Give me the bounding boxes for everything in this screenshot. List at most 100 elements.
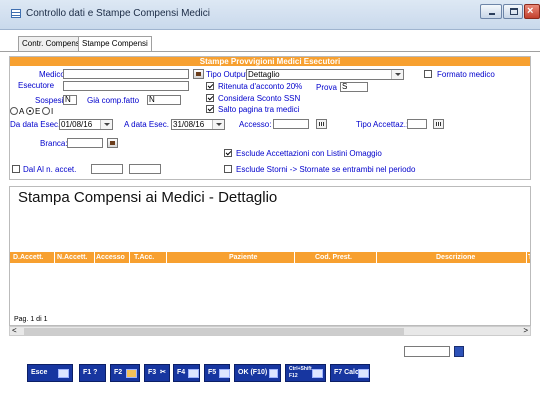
- chevron-down-icon: [100, 120, 112, 129]
- dal-input[interactable]: [91, 164, 123, 174]
- da-data-select[interactable]: 01/08/16: [59, 119, 113, 130]
- ok-button[interactable]: OK (F10): [234, 364, 281, 382]
- window-icon: [219, 369, 230, 378]
- bottom-lookup-button[interactable]: [454, 346, 464, 357]
- close-button[interactable]: ×: [524, 4, 540, 19]
- medico-label: Medico: [39, 70, 65, 79]
- save-icon: [269, 369, 278, 378]
- a-data-value: 31/08/16: [173, 120, 205, 129]
- branca-search-button[interactable]: [107, 138, 118, 148]
- scroll-right-icon[interactable]: >: [523, 326, 528, 335]
- branca-label: Branca:: [40, 139, 68, 148]
- search-icon: [196, 72, 201, 76]
- salto-pagina-checkbox[interactable]: [206, 105, 214, 113]
- print-icon: [312, 369, 323, 378]
- exit-button[interactable]: Esce: [27, 364, 73, 382]
- column-header[interactable]: T.Acc.: [134, 252, 154, 263]
- column-header[interactable]: N.Accett.: [57, 252, 87, 263]
- medico-search-button[interactable]: [193, 69, 204, 79]
- accesso-lookup-button[interactable]: [316, 119, 327, 129]
- exit-icon: [58, 369, 69, 378]
- salto-pagina-label: Salto pagina tra medici: [218, 105, 300, 114]
- ok-button-label: OK (F10): [238, 369, 268, 376]
- column-header[interactable]: Accesso: [96, 252, 125, 263]
- esclude-storni-label: Esclude Storni -> Stornate se entrambi n…: [236, 165, 416, 174]
- column-header[interactable]: Tr: [528, 252, 530, 263]
- gia-comp-input[interactable]: N: [147, 95, 181, 105]
- esclude-storni-checkbox[interactable]: [224, 165, 232, 173]
- radio-a-label: A: [19, 107, 25, 116]
- f5-button[interactable]: F5: [204, 364, 230, 382]
- search-icon: [110, 141, 115, 145]
- maximize-button[interactable]: [503, 4, 523, 19]
- da-data-label: Da data Esec.: [10, 120, 61, 129]
- esclude-omaggio-checkbox[interactable]: [224, 149, 232, 157]
- maximize-icon: [510, 8, 518, 15]
- app-icon: [11, 9, 21, 18]
- tab-stampe-compensi[interactable]: Stampe Compensi: [78, 36, 152, 52]
- chevron-down-icon: [391, 70, 403, 79]
- column-header[interactable]: Descrizione: [436, 252, 475, 263]
- f4-button[interactable]: F4: [173, 364, 200, 382]
- dal-al-checkbox[interactable]: [12, 165, 20, 173]
- bottom-input[interactable]: [404, 346, 450, 357]
- calc-button-label: F7 Calc.: [334, 369, 361, 376]
- a-data-label: A data Esec.: [124, 120, 169, 129]
- report-title: Stampa Compensi ai Medici - Dettaglio: [18, 189, 278, 206]
- esclude-omaggio-label: Esclude Accettazioni con Listini Omaggio: [236, 149, 382, 158]
- tipo-output-select[interactable]: Dettaglio: [246, 69, 404, 80]
- help-button-label: F1 ?: [83, 369, 98, 376]
- dal-al-label: Dal Al n. accet.: [23, 165, 77, 174]
- tab-contr-compensi[interactable]: Contr. Compensi: [18, 36, 86, 52]
- ritenuta-label: Ritenuta d'acconto 20%: [218, 82, 303, 91]
- f2-button[interactable]: F2: [110, 364, 140, 382]
- tipo-output-value: Dettaglio: [248, 70, 280, 79]
- pagination-label: Pag. 1 di 1: [14, 316, 48, 323]
- tipo-accettaz-lookup-button[interactable]: [433, 119, 444, 129]
- close-icon: ×: [527, 5, 534, 17]
- branca-input[interactable]: [67, 138, 103, 148]
- print-button[interactable]: Ctrl+Shift F12: [285, 364, 326, 382]
- ritenuta-checkbox[interactable]: [206, 82, 214, 90]
- tipo-accettaz-input[interactable]: [407, 119, 427, 129]
- print-button-label: Ctrl+Shift F12: [289, 366, 312, 379]
- calculator-icon: [358, 369, 369, 378]
- esecutore-input[interactable]: [63, 81, 189, 91]
- minimize-icon: [489, 13, 495, 15]
- horizontal-scrollbar[interactable]: < >: [9, 326, 531, 336]
- f4-button-label: F4: [177, 369, 186, 376]
- scroll-left-icon[interactable]: <: [12, 326, 17, 335]
- minimize-button[interactable]: [480, 4, 502, 19]
- help-button[interactable]: F1 ?: [79, 364, 106, 382]
- edit-icon: [126, 369, 137, 378]
- f3-button[interactable]: F3 ✂: [144, 364, 170, 382]
- radio-i[interactable]: [42, 107, 50, 115]
- radio-a[interactable]: [10, 107, 18, 115]
- scrollbar-thumb[interactable]: [24, 328, 404, 335]
- calc-button[interactable]: F7 Calc.: [330, 364, 370, 382]
- sospesi-input[interactable]: N: [63, 95, 77, 105]
- sconto-ssn-checkbox[interactable]: [206, 94, 214, 102]
- formato-medico-checkbox[interactable]: [424, 70, 432, 78]
- column-header[interactable]: Paziente: [229, 252, 257, 263]
- accesso-input[interactable]: [273, 119, 309, 129]
- medico-input[interactable]: [63, 69, 189, 79]
- prova-input[interactable]: S: [340, 82, 368, 92]
- window-title: Controllo dati e Stampe Compensi Medici: [26, 8, 210, 19]
- column-header[interactable]: D.Accett.: [13, 252, 43, 263]
- esecutore-label: Esecutore: [18, 81, 55, 90]
- column-header[interactable]: Cod. Prest.: [315, 252, 352, 263]
- radio-e[interactable]: [26, 107, 34, 115]
- function-toolbar: Esce F1 ? F2 F3 ✂ F4 F5 OK (F10) Ctrl+Sh…: [27, 364, 370, 382]
- a-data-select[interactable]: 31/08/16: [171, 119, 225, 130]
- report-area: Stampa Compensi ai Medici - Dettaglio D.…: [9, 186, 531, 326]
- sconto-ssn-label: Considera Sconto SSN: [218, 94, 301, 103]
- formato-medico-label: Formato medico: [437, 70, 495, 79]
- tab-divider: [0, 51, 540, 52]
- tipo-accettaz-label: Tipo Accettaz.:: [356, 120, 409, 129]
- al-input[interactable]: [129, 164, 161, 174]
- radio-e-label: E: [35, 107, 41, 116]
- f5-button-label: F5: [208, 369, 217, 376]
- f3-button-label: F3: [148, 369, 157, 376]
- panel-header: Stampe Provvigioni Medici Esecutori: [10, 57, 530, 66]
